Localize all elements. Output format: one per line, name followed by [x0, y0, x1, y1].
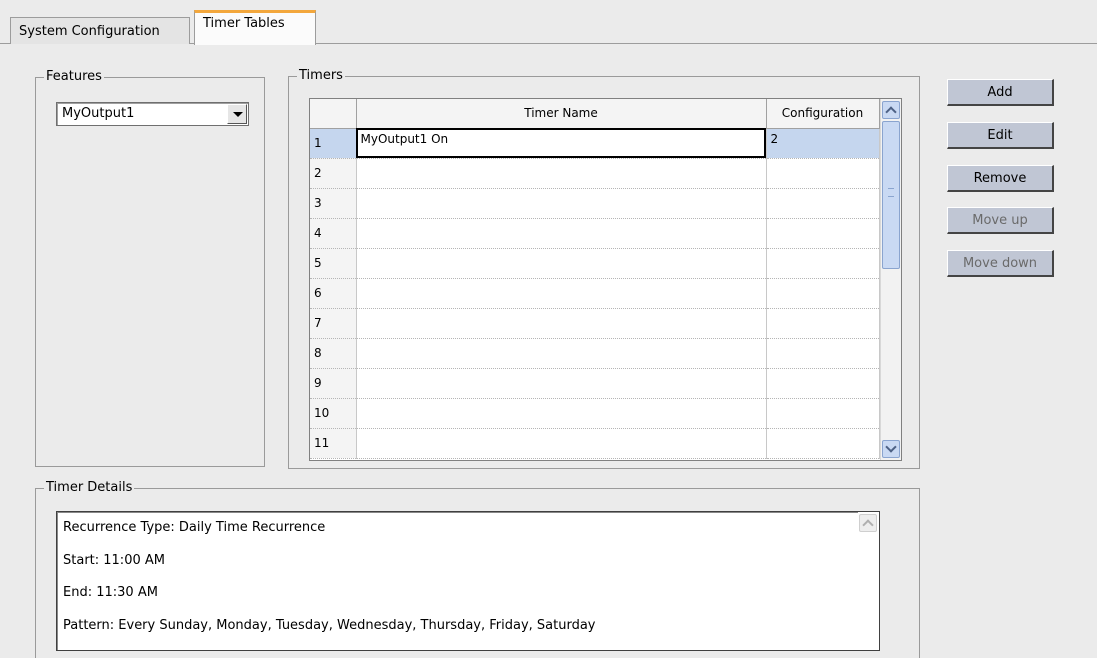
- column-header-timer-name[interactable]: Timer Name: [356, 99, 767, 129]
- timers-scrollbar[interactable]: [880, 99, 901, 460]
- tab-bar: System Configuration Timer Tables: [0, 0, 1097, 45]
- features-group: Features MyOutput1: [35, 69, 265, 467]
- scroll-thumb[interactable]: [882, 121, 900, 269]
- feature-select-value: MyOutput1: [62, 106, 135, 121]
- configuration-cell[interactable]: [766, 278, 880, 309]
- timer-name-cell[interactable]: [356, 398, 767, 429]
- row-number-cell: 8: [310, 338, 357, 369]
- table-row[interactable]: 11: [310, 428, 880, 459]
- move-down-button[interactable]: Move down: [947, 250, 1054, 277]
- row-number-cell: 1: [310, 128, 357, 159]
- column-header-configuration[interactable]: Configuration: [766, 99, 880, 129]
- timer-name-cell[interactable]: [356, 428, 767, 459]
- tab-label: System Configuration: [19, 24, 160, 39]
- table-row[interactable]: 4: [310, 218, 880, 249]
- row-number-cell: 10: [310, 398, 357, 429]
- table-row[interactable]: 6: [310, 278, 880, 309]
- timer-name-cell[interactable]: MyOutput1 On: [356, 128, 767, 159]
- timers-table: Timer Name Configuration 1 MyOutput1 On 2 2…: [309, 98, 902, 461]
- timers-group: Timers Timer Name Configuration 1 MyOutpu…: [288, 68, 920, 469]
- configuration-cell[interactable]: [766, 218, 880, 249]
- move-up-button[interactable]: Move up: [947, 207, 1054, 234]
- row-number-cell: 5: [310, 248, 357, 279]
- table-header-row: Timer Name Configuration: [310, 99, 880, 129]
- timer-details-text: Recurrence Type: Daily Time Recurrence S…: [56, 511, 880, 651]
- configuration-cell[interactable]: [766, 248, 880, 279]
- configuration-cell[interactable]: [766, 368, 880, 399]
- timer-name-cell[interactable]: [356, 278, 767, 309]
- table-row[interactable]: 3: [310, 188, 880, 219]
- detail-recurrence-type: Recurrence Type: Daily Time Recurrence: [63, 520, 326, 535]
- timer-name-cell[interactable]: [356, 188, 767, 219]
- row-number-cell: 9: [310, 368, 357, 399]
- tab-label: Timer Tables: [203, 16, 285, 31]
- tab-system-configuration[interactable]: System Configuration: [10, 17, 190, 44]
- details-scrollbar[interactable]: [858, 512, 879, 650]
- row-number-cell: 4: [310, 218, 357, 249]
- table-row[interactable]: 8: [310, 338, 880, 369]
- scroll-up-icon[interactable]: [859, 514, 877, 532]
- timer-details-title: Timer Details: [44, 480, 135, 496]
- scroll-down-icon[interactable]: [882, 440, 900, 458]
- configuration-cell[interactable]: [766, 398, 880, 429]
- detail-pattern: Pattern: Every Sunday, Monday, Tuesday, …: [63, 618, 596, 633]
- add-button[interactable]: Add: [947, 79, 1054, 106]
- edit-button[interactable]: Edit: [947, 122, 1054, 149]
- table-row[interactable]: 7: [310, 308, 880, 339]
- timer-name-cell[interactable]: [356, 368, 767, 399]
- table-row[interactable]: 5: [310, 248, 880, 279]
- detail-start: Start: 11:00 AM: [63, 553, 165, 568]
- timer-name-cell[interactable]: [356, 218, 767, 249]
- row-number-cell: 7: [310, 308, 357, 339]
- configuration-cell[interactable]: [766, 308, 880, 339]
- configuration-cell[interactable]: 2: [766, 128, 880, 159]
- configuration-cell[interactable]: [766, 338, 880, 369]
- timer-name-cell[interactable]: [356, 308, 767, 339]
- table-row[interactable]: 2: [310, 158, 880, 189]
- remove-button[interactable]: Remove: [947, 165, 1054, 192]
- detail-end: End: 11:30 AM: [63, 585, 158, 600]
- configuration-cell[interactable]: [766, 158, 880, 189]
- row-number-cell: 3: [310, 188, 357, 219]
- row-number-header: [310, 99, 357, 129]
- timer-name-cell[interactable]: [356, 248, 767, 279]
- configuration-cell[interactable]: [766, 188, 880, 219]
- table-row[interactable]: 9: [310, 368, 880, 399]
- timer-name-cell[interactable]: [356, 158, 767, 189]
- configuration-cell[interactable]: [766, 428, 880, 459]
- row-number-cell: 2: [310, 158, 357, 189]
- row-number-cell: 6: [310, 278, 357, 309]
- timer-name-cell[interactable]: [356, 338, 767, 369]
- scroll-up-icon[interactable]: [882, 101, 900, 119]
- table-row[interactable]: 1 MyOutput1 On 2: [310, 128, 880, 159]
- timer-details-group: Timer Details Recurrence Type: Daily Tim…: [35, 480, 920, 658]
- chevron-down-icon[interactable]: [227, 104, 247, 124]
- tab-timer-tables[interactable]: Timer Tables: [194, 10, 316, 45]
- feature-select[interactable]: MyOutput1: [56, 102, 249, 126]
- table-row[interactable]: 10: [310, 398, 880, 429]
- timers-title: Timers: [297, 68, 345, 84]
- features-title: Features: [44, 69, 104, 85]
- row-number-cell: 11: [310, 428, 357, 459]
